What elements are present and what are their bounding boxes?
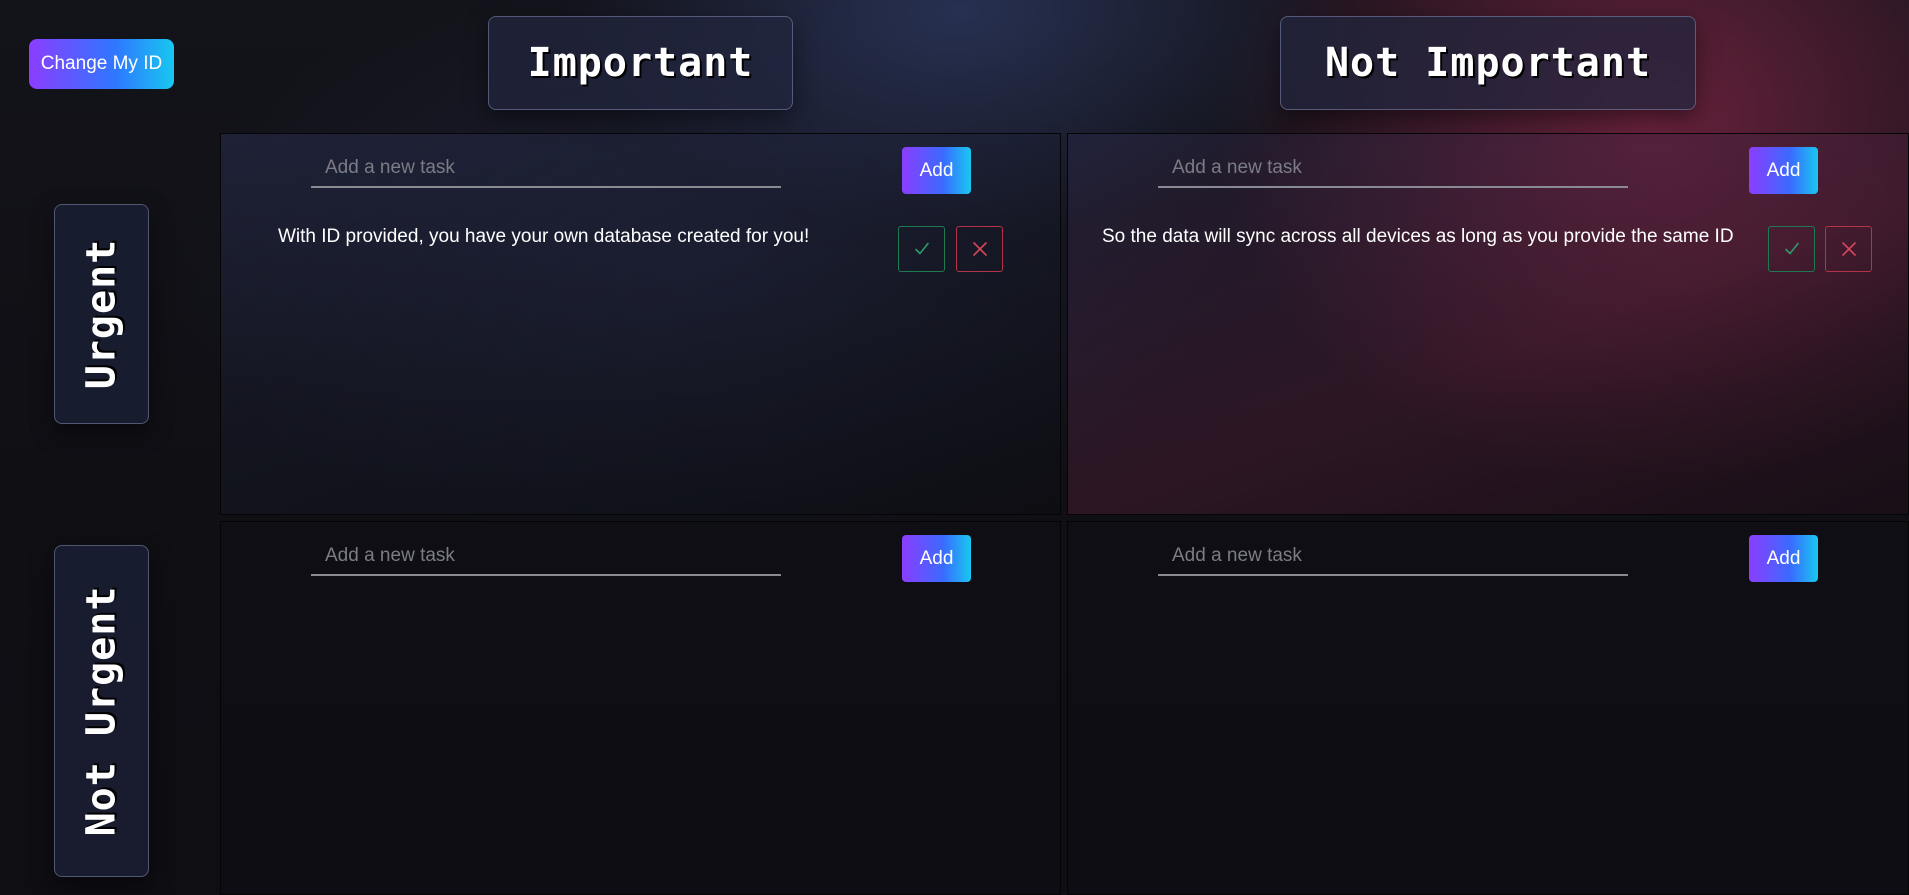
task-item: So the data will sync across all devices… <box>1068 226 1908 276</box>
quadrant-urgent-not-important: Add So the data will sync across all dev… <box>1067 133 1909 515</box>
column-header-important: Important <box>488 16 793 110</box>
row-header-urgent: Urgent <box>54 204 149 424</box>
add-task-button[interactable]: Add <box>1749 147 1818 194</box>
delete-task-button[interactable] <box>956 226 1003 272</box>
new-task-input[interactable] <box>311 538 781 576</box>
change-id-button[interactable]: Change My ID <box>29 39 174 89</box>
complete-task-button[interactable] <box>898 226 945 272</box>
column-header-important-label: Important <box>527 40 754 86</box>
column-header-not-important-label: Not Important <box>1324 40 1652 86</box>
add-task-button[interactable]: Add <box>1749 535 1818 582</box>
row-header-not-urgent-label: Not Urgent <box>78 585 125 837</box>
close-icon <box>1841 242 1856 256</box>
quadrant-not-urgent-not-important: Add <box>1067 521 1909 895</box>
row-header-urgent-label: Urgent <box>78 238 125 390</box>
check-icon <box>914 242 929 255</box>
task-text: So the data will sync across all devices… <box>1102 226 1734 247</box>
check-icon <box>1784 242 1799 255</box>
new-task-input[interactable] <box>311 150 781 188</box>
app-page: Change My ID Important Not Important Urg… <box>0 0 1909 895</box>
new-task-input[interactable] <box>1158 538 1628 576</box>
quadrant-urgent-important: Add With ID provided, you have your own … <box>220 133 1061 515</box>
add-task-button[interactable]: Add <box>902 147 971 194</box>
quadrant-not-urgent-important: Add <box>220 521 1061 895</box>
task-text: With ID provided, you have your own data… <box>278 226 810 247</box>
new-task-input[interactable] <box>1158 150 1628 188</box>
delete-task-button[interactable] <box>1825 226 1872 272</box>
column-header-not-important: Not Important <box>1280 16 1696 110</box>
add-task-button[interactable]: Add <box>902 535 971 582</box>
row-header-not-urgent: Not Urgent <box>54 545 149 877</box>
task-item: With ID provided, you have your own data… <box>221 226 1060 276</box>
complete-task-button[interactable] <box>1768 226 1815 272</box>
close-icon <box>972 242 987 256</box>
